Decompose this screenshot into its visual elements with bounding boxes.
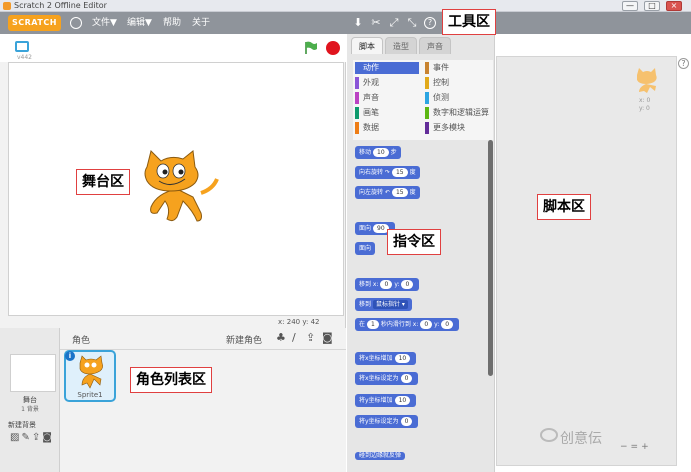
minimize-button[interactable]: — bbox=[622, 1, 638, 11]
menu-help[interactable]: 帮助 bbox=[163, 12, 181, 34]
sprite-position: x: 0 y: 0 bbox=[639, 97, 651, 112]
mouse-coordinates: x: 240 y: 42 bbox=[278, 318, 320, 326]
category-data[interactable]: 数据 bbox=[355, 122, 419, 134]
category-pen[interactable]: 画笔 bbox=[355, 107, 419, 119]
duplicate-stamp-icon[interactable]: ⬇ bbox=[352, 16, 364, 30]
category-control[interactable]: 控制 bbox=[425, 77, 489, 89]
menu-file[interactable]: 文件▼ bbox=[92, 12, 117, 34]
fullscreen-icon[interactable] bbox=[15, 41, 29, 52]
category-sensing[interactable]: 侦测 bbox=[425, 92, 489, 104]
block-turn-left[interactable]: 向左旋转 ↶ 15 度 bbox=[355, 186, 420, 199]
block-list: 移动 10 步 向右旋转 ↷ 15 度 向左旋转 ↶ 15 度 面向 90 面向 移到 x: 0… bbox=[349, 140, 493, 472]
menu-edit[interactable]: 编辑▼ bbox=[127, 12, 152, 34]
coord-y: 42 bbox=[310, 318, 320, 326]
block-goto[interactable]: 移到 鼠标指针 ▾ bbox=[355, 298, 412, 311]
close-button[interactable]: × bbox=[666, 1, 682, 11]
app-icon bbox=[3, 2, 11, 10]
tab-costumes[interactable]: 造型 bbox=[385, 37, 417, 54]
editor-tabs: 脚本 造型 声音 bbox=[347, 34, 495, 54]
block-glide[interactable]: 在 1 秒内滑行到 x: 0 y: 0 bbox=[355, 318, 460, 331]
annotation-sprites: 角色列表区 bbox=[130, 367, 212, 393]
upload-backdrop-icon[interactable]: ⇪ bbox=[32, 432, 42, 443]
sprite-library-icon[interactable]: ♣ bbox=[276, 331, 286, 344]
block-turn-right[interactable]: 向右旋转 ↷ 15 度 bbox=[355, 166, 420, 179]
menu-about[interactable]: 关于 bbox=[192, 12, 210, 34]
new-backdrop-label: 新建背景 bbox=[8, 421, 36, 429]
category-motion[interactable]: 动作 bbox=[355, 62, 419, 74]
backdrop-library-icon[interactable]: ▨ bbox=[10, 432, 21, 443]
menu-bar: SCRATCH 文件▼ 编辑▼ 帮助 关于 ⬇ ✂ ⤢ ⤡ ? bbox=[0, 12, 691, 34]
category-looks[interactable]: 外观 bbox=[355, 77, 419, 89]
watermark: 创意伝 bbox=[560, 431, 602, 447]
annotation-stage: 舞台区 bbox=[76, 169, 130, 195]
backdrop-tools: ▨✎⇪◙ bbox=[10, 432, 54, 443]
current-sprite-icon bbox=[637, 68, 657, 93]
new-sprite-label: 新建角色 bbox=[226, 336, 263, 346]
annotation-scripts: 脚本区 bbox=[537, 194, 591, 220]
globe-icon[interactable] bbox=[70, 17, 82, 29]
stage-column: 舞台 1 背景 新建背景 ▨✎⇪◙ bbox=[0, 328, 60, 472]
sprite-thumbnail-icon bbox=[79, 355, 103, 389]
block-bounce[interactable]: 碰到边缘就反弹 bbox=[355, 452, 406, 460]
paint-backdrop-icon[interactable]: ✎ bbox=[21, 432, 31, 443]
grow-icon[interactable]: ⤢ bbox=[388, 16, 400, 30]
annotation-blocks: 指令区 bbox=[387, 229, 441, 255]
category-sound[interactable]: 声音 bbox=[355, 92, 419, 104]
help-icon[interactable]: ? bbox=[678, 58, 689, 69]
category-more-blocks[interactable]: 更多模块 bbox=[425, 122, 489, 134]
upload-sprite-icon[interactable]: ⇪ bbox=[306, 331, 315, 344]
stage-header: v442 bbox=[0, 34, 346, 62]
camera-icon[interactable]: ◙ bbox=[42, 432, 54, 443]
sprite-name: Sprite1 bbox=[77, 391, 103, 399]
backdrop-count: 1 背景 bbox=[21, 406, 39, 413]
sprite-tile-sprite1[interactable]: i Sprite1 bbox=[64, 350, 116, 402]
zoom-reset-icon[interactable]: = bbox=[631, 442, 642, 452]
block-goto-xy[interactable]: 移到 x: 0 y: 0 bbox=[355, 278, 420, 291]
scratch-logo: SCRATCH bbox=[8, 15, 61, 31]
block-help-icon[interactable]: ? bbox=[424, 17, 436, 29]
stop-icon[interactable] bbox=[326, 41, 340, 55]
stage-canvas[interactable] bbox=[8, 62, 344, 316]
green-flag-icon[interactable] bbox=[304, 41, 318, 55]
zoom-out-icon[interactable]: − bbox=[620, 442, 631, 452]
zoom-controls: −=+ bbox=[620, 442, 652, 452]
sprite-list-panel: 舞台 1 背景 新建背景 ▨✎⇪◙ 角色 新建角色 ♣ / ⇪ ◙ i Spri… bbox=[0, 328, 346, 472]
camera-sprite-icon[interactable]: ◙ bbox=[322, 331, 333, 344]
sprite-list-header: 角色 新建角色 ♣ / ⇪ ◙ bbox=[60, 328, 346, 350]
title-bar: Scratch 2 Offline Editor — □ × bbox=[0, 0, 691, 12]
category-operators[interactable]: 数字和逻辑运算 bbox=[425, 107, 489, 119]
stage-thumbnail[interactable] bbox=[10, 354, 56, 392]
tab-sounds[interactable]: 声音 bbox=[419, 37, 451, 54]
maximize-button[interactable]: □ bbox=[644, 1, 660, 11]
zoom-in-icon[interactable]: + bbox=[641, 442, 652, 452]
block-change-x[interactable]: 将x坐标增加 10 bbox=[355, 352, 417, 365]
coord-x: 240 bbox=[286, 318, 301, 326]
block-set-y[interactable]: 将y坐标设定为 0 bbox=[355, 415, 419, 428]
delete-scissors-icon[interactable]: ✂ bbox=[370, 16, 382, 30]
block-set-x[interactable]: 将x坐标设定为 0 bbox=[355, 372, 419, 385]
wechat-icon bbox=[540, 428, 558, 442]
paint-sprite-icon[interactable]: / bbox=[292, 331, 296, 344]
cat-sprite-icon[interactable] bbox=[137, 149, 221, 227]
window-title: Scratch 2 Offline Editor bbox=[14, 1, 107, 10]
annotation-tools: 工具区 bbox=[442, 9, 496, 35]
version-label: v442 bbox=[17, 54, 33, 61]
tab-scripts[interactable]: 脚本 bbox=[351, 37, 383, 54]
block-change-y[interactable]: 将y坐标增加 10 bbox=[355, 394, 417, 407]
stage-panel: v442 x: 240 y: 42 bbox=[0, 34, 346, 328]
block-move[interactable]: 移动 10 步 bbox=[355, 146, 401, 159]
palette-scrollbar[interactable] bbox=[488, 140, 493, 376]
shrink-icon[interactable]: ⤡ bbox=[406, 16, 418, 30]
sprites-title: 角色 bbox=[72, 336, 91, 346]
script-area[interactable]: x: 0 y: 0 bbox=[496, 56, 677, 466]
info-icon[interactable]: i bbox=[65, 351, 75, 361]
category-events[interactable]: 事件 bbox=[425, 62, 489, 74]
block-point-towards[interactable]: 面向 bbox=[355, 242, 376, 255]
